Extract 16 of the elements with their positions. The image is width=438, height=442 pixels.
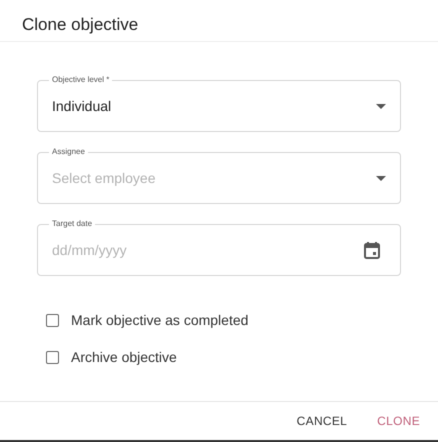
checkbox-label: Archive objective [71, 349, 177, 365]
field-placeholder: dd/mm/yyyy [52, 242, 127, 258]
field-label: Objective level * [49, 75, 112, 85]
field-value: Individual [52, 98, 112, 114]
cancel-button[interactable]: CANCEL [288, 408, 356, 434]
field-label: Target date [49, 219, 96, 229]
dialog-title: Clone objective [0, 0, 438, 42]
checkbox-label: Mark objective as completed [71, 312, 248, 328]
field-label: Assignee [49, 147, 88, 157]
checkbox[interactable] [46, 314, 59, 326]
dropdown-caret-icon [376, 176, 386, 180]
clone-button[interactable]: CLONE [369, 408, 428, 434]
field-placeholder: Select employee [52, 170, 156, 186]
checkbox[interactable] [46, 350, 59, 364]
calendar-icon[interactable] [364, 242, 380, 258]
dropdown-caret-icon [376, 104, 386, 108]
